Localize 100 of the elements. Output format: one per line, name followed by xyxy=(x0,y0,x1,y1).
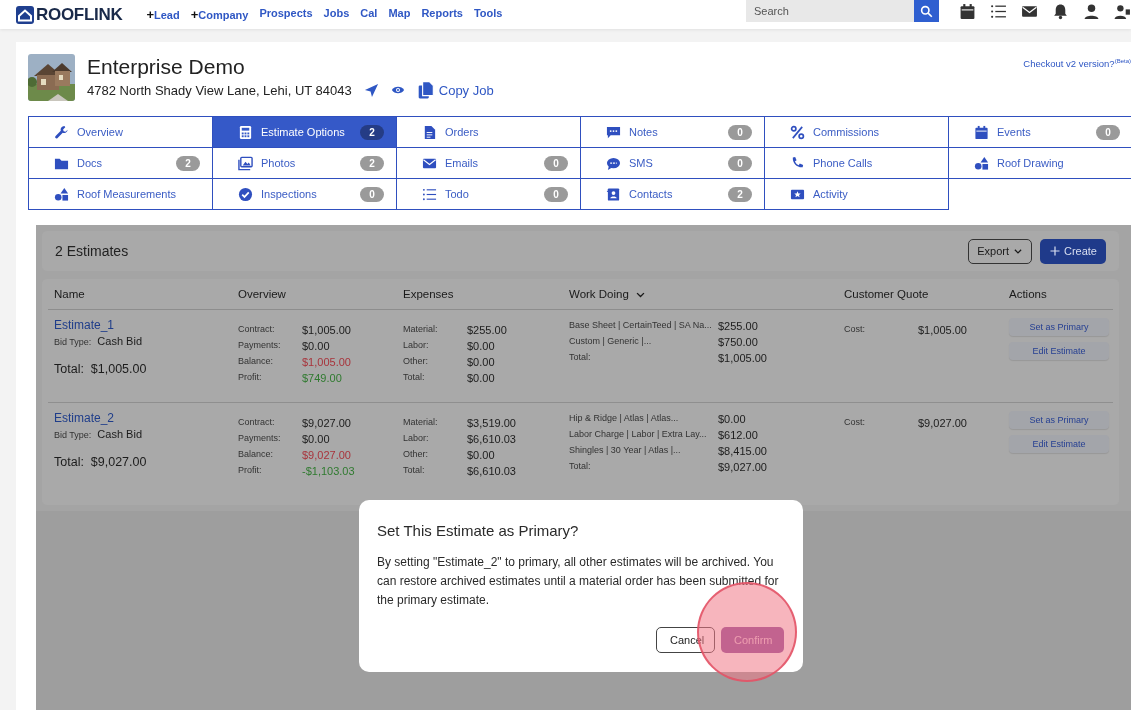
field-label: Total: xyxy=(403,372,426,384)
estimate-name-link[interactable]: Estimate_1 xyxy=(54,318,238,332)
tab[interactable]: Contacts 2 xyxy=(581,179,765,210)
field-label: Material: xyxy=(403,324,439,336)
field-label: Material: xyxy=(403,417,439,429)
field-value: $6,610.03 xyxy=(467,433,517,445)
count-badge: 0 xyxy=(728,155,752,171)
nav-link[interactable]: Cal xyxy=(360,7,378,22)
total-value: $1,005.00 xyxy=(90,362,147,376)
column-header: Customer Quote xyxy=(844,288,929,300)
dialog-title: Set This Estimate as Primary? xyxy=(377,522,580,539)
field-value: $749.00 xyxy=(302,372,343,384)
field-label: Cost: xyxy=(844,324,866,336)
field-value: $9,027.00 xyxy=(302,417,352,429)
nav-link[interactable]: +Company xyxy=(190,7,249,22)
count-badge: 0 xyxy=(1096,124,1120,140)
tab[interactable]: Estimate Options 2 xyxy=(213,117,397,148)
field-label: Balance: xyxy=(238,356,275,368)
field-value: $3,519.00 xyxy=(467,417,517,429)
search-field[interactable]: Search xyxy=(746,0,914,22)
tab[interactable]: Orders xyxy=(397,117,581,148)
field-value: $0.00 xyxy=(718,413,747,425)
column-header: Expenses xyxy=(403,288,454,300)
tab[interactable]: Notes 0 xyxy=(581,117,765,148)
field-value: $1,005.00 xyxy=(918,324,968,336)
export-button[interactable]: Export xyxy=(968,238,1032,264)
action-button[interactable]: Edit Estimate xyxy=(1009,342,1109,360)
field-value: $1,005.00 xyxy=(302,356,352,368)
field-label: Contract: xyxy=(238,417,276,429)
count-badge: 0 xyxy=(544,186,568,202)
job-title: Enterprise Demo xyxy=(87,54,246,80)
field-value: $750.00 xyxy=(718,336,759,348)
field-value: $0.00 xyxy=(467,449,496,461)
tab[interactable]: Inspections 0 xyxy=(213,179,397,210)
field-label: Shingles | 30 Year | Atlas |... xyxy=(569,445,682,457)
nav-link[interactable]: Jobs xyxy=(323,7,350,22)
nav-link[interactable]: Tools xyxy=(473,7,503,22)
field-value: $1,005.00 xyxy=(718,352,768,364)
nav-link[interactable]: Reports xyxy=(421,7,463,22)
action-button[interactable]: Edit Estimate xyxy=(1009,435,1109,453)
count-badge: 2 xyxy=(728,186,752,202)
job-address: 4782 North Shady View Lane, Lehi, UT 84043 xyxy=(87,82,352,98)
count-badge: 2 xyxy=(360,124,384,140)
create-button[interactable]: Create xyxy=(1039,238,1106,264)
tab[interactable]: Phone Calls xyxy=(765,148,949,179)
field-label: Payments: xyxy=(238,433,282,445)
tab[interactable]: Commissions xyxy=(765,117,949,148)
estimates-count: 2 Estimates xyxy=(55,243,130,259)
field-value: $0.00 xyxy=(302,340,331,352)
count-badge: 2 xyxy=(176,155,200,171)
field-value: $6,610.03 xyxy=(467,465,517,477)
tab[interactable]: Todo 0 xyxy=(397,179,581,210)
total-label: Total: xyxy=(54,455,84,469)
field-label: Bid Type: xyxy=(54,337,92,347)
field-label: Labor: xyxy=(403,433,430,445)
field-label: Total: xyxy=(403,465,426,477)
field-label: Bid Type: xyxy=(54,430,92,440)
tab[interactable]: Photos 2 xyxy=(213,148,397,179)
field-label: Profit: xyxy=(238,465,263,477)
field-value: $9,027.00 xyxy=(718,461,768,473)
copy-job-link[interactable]: Copy Job xyxy=(416,81,494,99)
field-value: $0.00 xyxy=(467,340,496,352)
column-header: Actions xyxy=(1009,288,1047,300)
total-label: Total: xyxy=(54,362,84,376)
field-value: $612.00 xyxy=(718,429,759,441)
field-label: Total: xyxy=(569,352,592,364)
nav-link[interactable]: Map xyxy=(388,7,411,22)
tab[interactable]: Overview xyxy=(29,117,213,148)
tab[interactable]: Docs 2 xyxy=(29,148,213,179)
column-header[interactable]: Work Doing xyxy=(569,288,629,300)
field-label: Balance: xyxy=(238,449,275,461)
tab[interactable]: Roof Measurements xyxy=(29,179,213,210)
field-label: Cost: xyxy=(844,417,866,429)
dialog-message: By setting "Estimate_2" to primary, all other estimates will be archived. You can restore archived estimates until a material order has been submitted for the primary estimate. xyxy=(377,554,780,609)
count-badge: 2 xyxy=(360,155,384,171)
tab[interactable]: Activity xyxy=(765,179,949,210)
field-label: Base Sheet | CertainTeed | SA Na... xyxy=(569,320,713,332)
column-header: Overview xyxy=(238,288,286,300)
field-label: Labor Charge | Labor | Extra Lay... xyxy=(569,429,708,441)
field-value: $9,027.00 xyxy=(918,417,968,429)
logo-text: ROOFLINK xyxy=(36,4,123,25)
tab[interactable]: Emails 0 xyxy=(397,148,581,179)
tab[interactable]: SMS 0 xyxy=(581,148,765,179)
nav-link[interactable]: +Lead xyxy=(146,7,180,22)
action-button[interactable]: Set as Primary xyxy=(1009,318,1109,336)
field-value: $8,415.00 xyxy=(718,445,768,457)
field-value: $255.00 xyxy=(718,320,759,332)
field-label: Other: xyxy=(403,449,429,461)
field-value: $0.00 xyxy=(467,356,496,368)
count-badge: 0 xyxy=(728,124,752,140)
v2-version-link[interactable]: Checkout v2 version?$^{(Beta)}$ xyxy=(1023,58,1131,101)
field-label: Labor: xyxy=(403,340,430,352)
field-value: $1,005.00 xyxy=(302,324,352,336)
action-button[interactable]: Set as Primary xyxy=(1009,411,1109,429)
column-header: Name xyxy=(54,288,85,300)
nav-link[interactable]: Prospects xyxy=(259,7,313,22)
count-badge: 0 xyxy=(544,155,568,171)
estimate-name-link[interactable]: Estimate_2 xyxy=(54,411,238,425)
field-value: $0.00 xyxy=(302,433,331,445)
bid-type-value: Cash Bid xyxy=(97,428,142,440)
